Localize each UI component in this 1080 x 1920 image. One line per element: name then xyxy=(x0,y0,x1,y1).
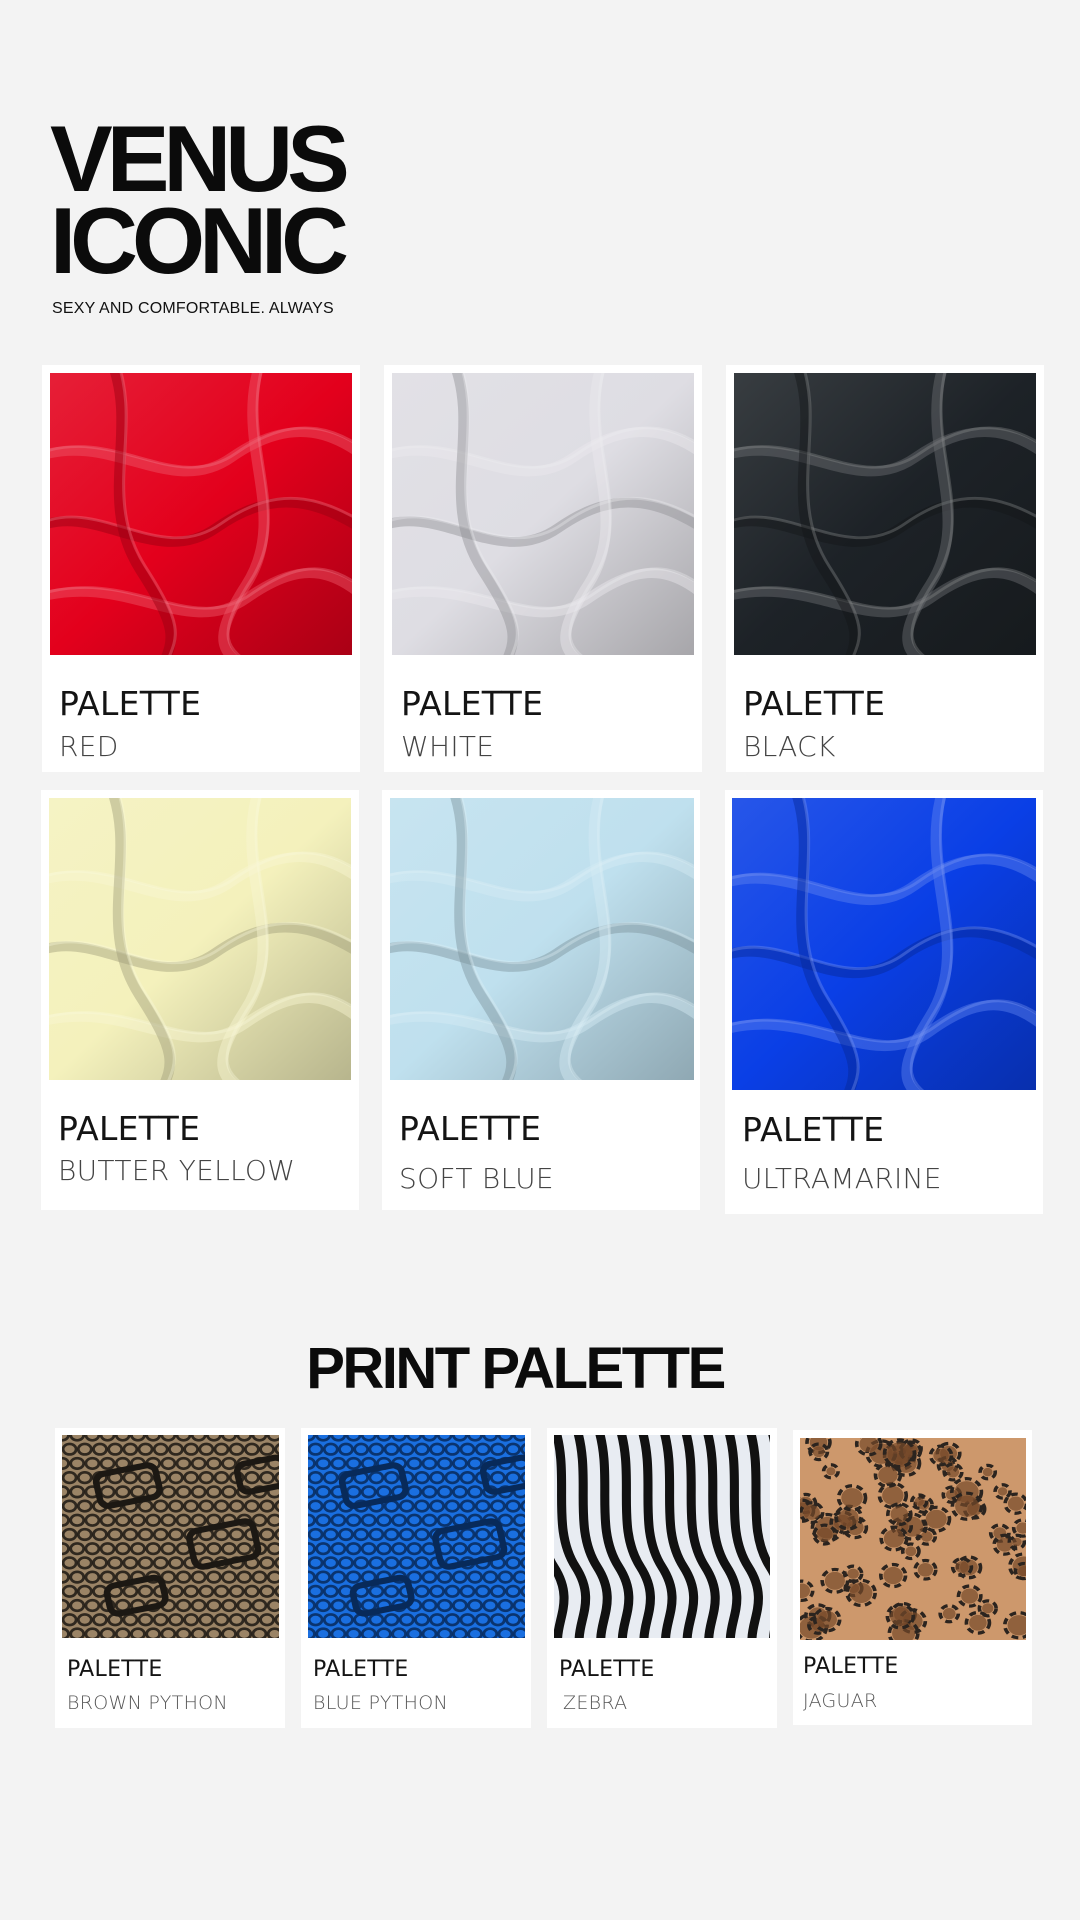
palette-card-red[interactable]: PALETTE RED xyxy=(42,365,360,772)
brand-title: VENUS ICONIC xyxy=(50,112,350,293)
fabric-swatch-image xyxy=(734,373,1036,655)
brand-tagline: SEXY AND COMFORTABLE. ALWAYS xyxy=(52,300,334,317)
palette-card-name: RED xyxy=(59,730,119,763)
palette-card-title: PALETTE xyxy=(743,684,886,723)
print-card-blue-python[interactable]: PALETTE BLUE PYTHON xyxy=(301,1428,531,1728)
print-card-jaguar[interactable]: PALETTE JAGUAR xyxy=(793,1430,1032,1725)
palette-card-title: PALETTE xyxy=(401,684,544,723)
palette-card-black[interactable]: PALETTE BLACK xyxy=(726,365,1044,772)
palette-card-name: SOFT BLUE xyxy=(399,1162,554,1195)
fabric-swatch-image xyxy=(392,373,694,655)
palette-card-title: PALETTE xyxy=(399,1109,542,1148)
print-card-zebra[interactable]: PALETTE ZEBRA xyxy=(547,1428,777,1728)
print-card-title: PALETTE xyxy=(803,1654,899,1679)
brand-title-line-2: ICONIC xyxy=(50,188,349,293)
fabric-texture xyxy=(554,1435,770,1638)
fabric-texture xyxy=(734,373,1036,655)
print-card-name: ZEBRA xyxy=(563,1692,628,1714)
palette-card-name: BLACK xyxy=(743,730,836,763)
fabric-swatch-image xyxy=(390,798,694,1080)
fabric-texture xyxy=(390,798,694,1080)
fabric-swatch-image xyxy=(308,1435,525,1638)
print-card-title: PALETTE xyxy=(559,1657,655,1682)
print-card-name: BLUE PYTHON xyxy=(313,1692,449,1714)
print-card-title: PALETTE xyxy=(67,1657,163,1682)
fabric-swatch-image xyxy=(49,798,351,1080)
fabric-swatch-image xyxy=(554,1435,770,1638)
fabric-swatch-image xyxy=(62,1435,279,1638)
palette-card-name: BUTTER YELLOW xyxy=(58,1154,296,1187)
fabric-swatch-image xyxy=(800,1438,1026,1640)
print-card-brown-python[interactable]: PALETTE BROWN PYTHON xyxy=(55,1428,285,1728)
palette-card-ultramarine[interactable]: PALETTE ULTRAMARINE xyxy=(725,790,1043,1214)
palette-card-title: PALETTE xyxy=(742,1110,885,1149)
fabric-texture xyxy=(62,1435,279,1638)
palette-card-name: WHITE xyxy=(401,730,495,763)
palette-card-soft-blue[interactable]: PALETTE SOFT BLUE xyxy=(382,790,700,1210)
print-card-title: PALETTE xyxy=(313,1657,409,1682)
fabric-texture xyxy=(392,373,694,655)
palette-card-title: PALETTE xyxy=(58,1109,201,1148)
fabric-texture xyxy=(49,798,351,1080)
fabric-swatch-image xyxy=(50,373,352,655)
palette-card-white[interactable]: PALETTE WHITE xyxy=(384,365,702,772)
palette-card-name: ULTRAMARINE xyxy=(742,1162,942,1195)
palette-card-butter-yellow[interactable]: PALETTE BUTTER YELLOW xyxy=(41,790,359,1210)
print-card-name: BROWN PYTHON xyxy=(67,1692,228,1714)
palette-card-title: PALETTE xyxy=(59,684,202,723)
print-palette-heading: PRINT PALETTE xyxy=(306,1336,726,1401)
fabric-texture xyxy=(800,1438,1026,1640)
fabric-swatch-image xyxy=(732,798,1036,1090)
print-card-name: JAGUAR xyxy=(803,1690,878,1712)
fabric-texture xyxy=(732,798,1036,1090)
fabric-texture xyxy=(308,1435,525,1638)
fabric-texture xyxy=(50,373,352,655)
